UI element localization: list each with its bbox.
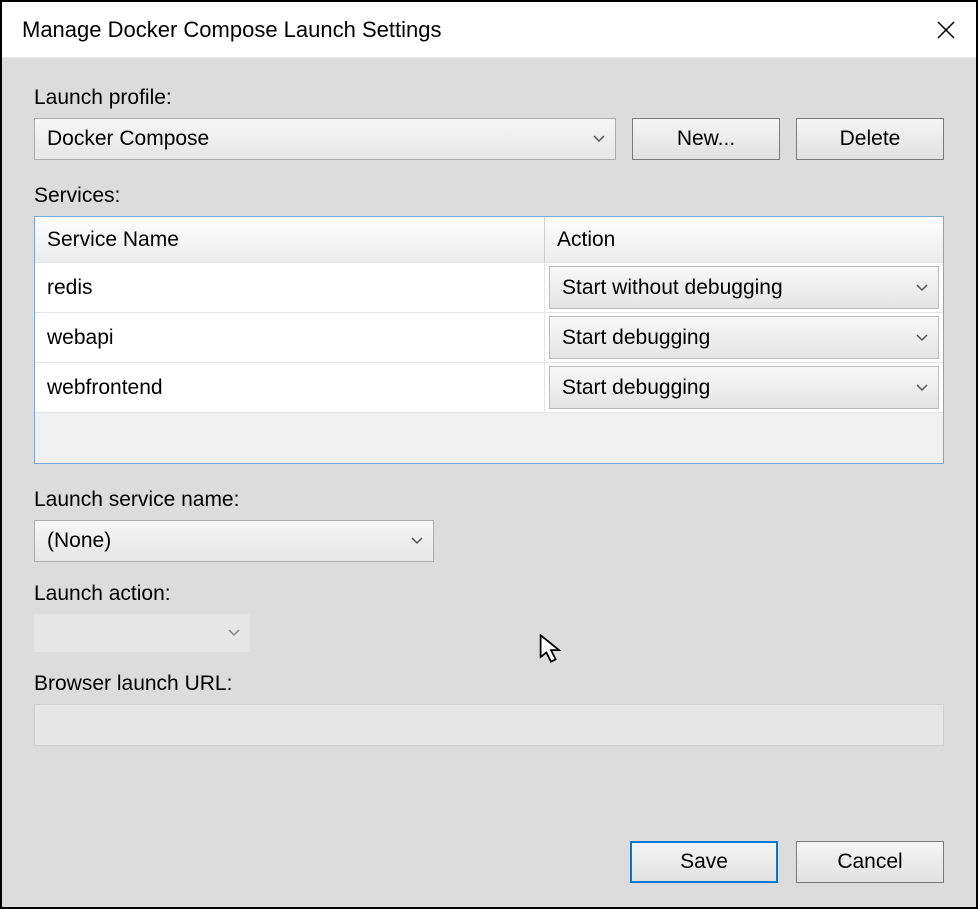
chevron-down-icon xyxy=(411,537,423,545)
launch-action-group: Launch action: xyxy=(34,582,944,652)
close-button[interactable] xyxy=(932,16,960,44)
launch-profile-combo[interactable]: Docker Compose xyxy=(34,118,616,160)
chevron-down-icon xyxy=(916,334,928,342)
grid-header-name[interactable]: Service Name xyxy=(35,217,545,262)
service-action-cell: Start debugging xyxy=(545,363,943,412)
delete-button[interactable]: Delete xyxy=(796,118,944,160)
launch-action-label: Launch action: xyxy=(34,582,944,606)
chevron-down-icon xyxy=(593,135,605,143)
browser-url-label: Browser launch URL: xyxy=(34,672,944,696)
launch-profile-label: Launch profile: xyxy=(34,86,944,110)
service-action-value: Start debugging xyxy=(562,326,710,350)
service-action-cell: Start debugging xyxy=(545,313,943,362)
service-name-cell[interactable]: webapi xyxy=(35,313,545,362)
launch-service-name-label: Launch service name: xyxy=(34,488,944,512)
chevron-down-icon xyxy=(916,284,928,292)
launch-profile-row: Docker Compose New... Delete xyxy=(34,118,944,160)
new-button[interactable]: New... xyxy=(632,118,780,160)
grid-header-row: Service Name Action xyxy=(35,217,943,263)
launch-service-name-combo[interactable]: (None) xyxy=(34,520,434,562)
table-row: redis Start without debugging xyxy=(35,263,943,313)
dialog-button-bar: Save Cancel xyxy=(34,821,944,883)
services-label: Services: xyxy=(34,184,944,208)
dialog-title: Manage Docker Compose Launch Settings xyxy=(22,17,441,43)
browser-url-input[interactable] xyxy=(34,704,944,746)
close-icon xyxy=(935,19,957,41)
browser-url-group: Browser launch URL: xyxy=(34,672,944,746)
table-row: webfrontend Start debugging xyxy=(35,363,943,413)
service-action-value: Start debugging xyxy=(562,376,710,400)
titlebar: Manage Docker Compose Launch Settings xyxy=(2,2,976,58)
save-button[interactable]: Save xyxy=(630,841,778,883)
cancel-button[interactable]: Cancel xyxy=(796,841,944,883)
service-action-cell: Start without debugging xyxy=(545,263,943,312)
launch-service-name-value: (None) xyxy=(47,529,111,553)
service-action-combo[interactable]: Start debugging xyxy=(549,366,939,409)
grid-header-action[interactable]: Action xyxy=(545,217,943,262)
service-action-combo[interactable]: Start without debugging xyxy=(549,266,939,309)
table-row: webapi Start debugging xyxy=(35,313,943,363)
services-grid: Service Name Action redis Start without … xyxy=(34,216,944,464)
grid-empty-area xyxy=(35,413,943,463)
launch-profile-value: Docker Compose xyxy=(47,127,209,151)
launch-action-combo[interactable] xyxy=(34,614,250,652)
service-action-value: Start without debugging xyxy=(562,276,783,300)
chevron-down-icon xyxy=(228,629,240,637)
service-action-combo[interactable]: Start debugging xyxy=(549,316,939,359)
launch-service-name-group: Launch service name: (None) xyxy=(34,488,944,562)
dialog-content: Launch profile: Docker Compose New... De… xyxy=(2,58,976,907)
chevron-down-icon xyxy=(916,384,928,392)
service-name-cell[interactable]: webfrontend xyxy=(35,363,545,412)
service-name-cell[interactable]: redis xyxy=(35,263,545,312)
